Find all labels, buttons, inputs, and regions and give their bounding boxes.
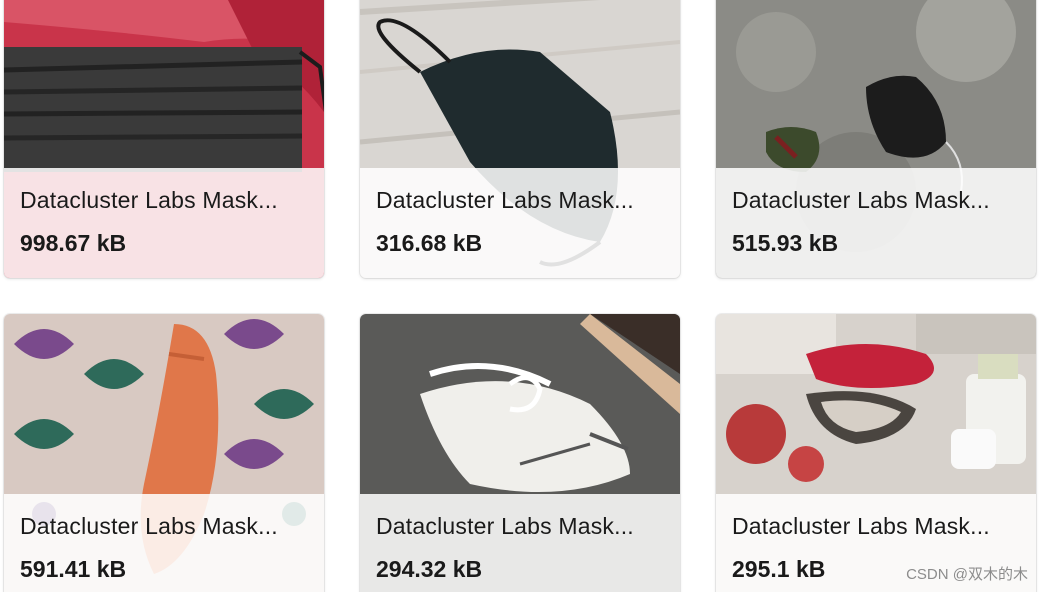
card-title: Datacluster Labs Mask... [732, 513, 990, 539]
card-file-size: 316.68 kB [376, 230, 483, 256]
card-file-size: 295.1 kB [732, 556, 826, 582]
card-caption: Datacluster Labs Mask... 591.41 kB [4, 494, 324, 592]
card-title: Datacluster Labs Mask... [732, 187, 990, 213]
dataset-card[interactable]: Datacluster Labs Mask... 295.1 kB [716, 314, 1036, 592]
card-file-size: 294.32 kB [376, 556, 483, 582]
card-caption: Datacluster Labs Mask... 316.68 kB [360, 168, 680, 278]
card-file-size: 591.41 kB [20, 556, 127, 582]
card-title: Datacluster Labs Mask... [376, 513, 634, 539]
card-caption: Datacluster Labs Mask... 294.32 kB [360, 494, 680, 592]
card-caption: Datacluster Labs Mask... 998.67 kB [4, 168, 324, 278]
dataset-card[interactable]: Datacluster Labs Mask... 591.41 kB [4, 314, 324, 592]
dataset-card[interactable]: Datacluster Labs Mask... 515.93 kB [716, 0, 1036, 278]
card-caption: Datacluster Labs Mask... 515.93 kB [716, 168, 1036, 278]
card-file-size: 515.93 kB [732, 230, 839, 256]
dataset-grid: Datacluster Labs Mask... 998.67 kB Datac… [0, 0, 1044, 592]
watermark-text: CSDN @双木的木 [906, 566, 1028, 583]
card-title: Datacluster Labs Mask... [376, 187, 634, 213]
card-title: Datacluster Labs Mask... [20, 187, 278, 213]
dataset-card[interactable]: Datacluster Labs Mask... 316.68 kB [360, 0, 680, 278]
dataset-card[interactable]: Datacluster Labs Mask... 294.32 kB [360, 314, 680, 592]
dataset-card[interactable]: Datacluster Labs Mask... 998.67 kB [4, 0, 324, 278]
card-title: Datacluster Labs Mask... [20, 513, 278, 539]
card-file-size: 998.67 kB [20, 230, 127, 256]
